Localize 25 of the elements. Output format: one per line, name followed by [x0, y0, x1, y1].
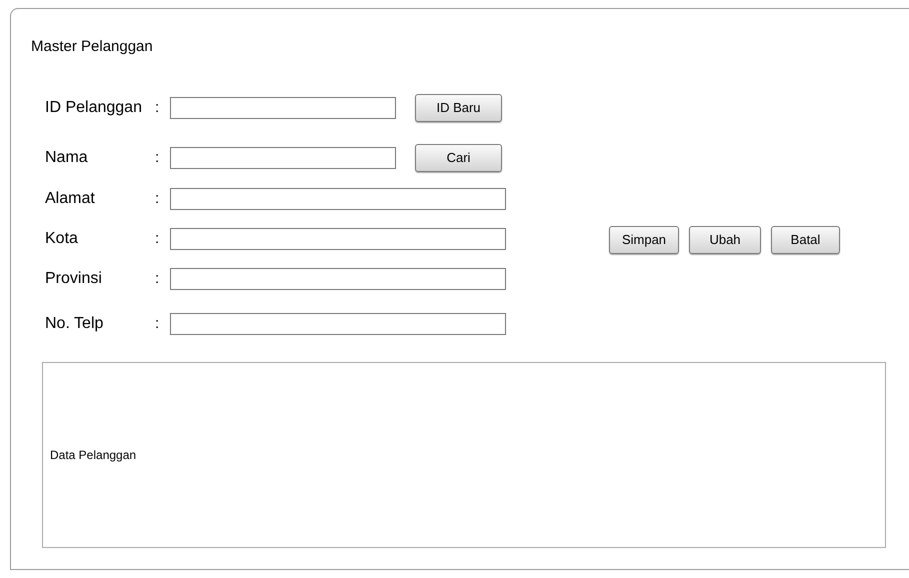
colon: :	[155, 148, 160, 168]
field-label: Alamat	[45, 189, 96, 209]
input-field[interactable]	[170, 313, 506, 335]
colon: :	[155, 228, 160, 249]
button[interactable]: Ubah	[689, 226, 761, 254]
colon: :	[155, 268, 160, 289]
field-label: Provinsi	[45, 269, 103, 289]
window-title: Master Pelanggan	[31, 37, 153, 57]
field-label: No. Telp	[45, 314, 104, 334]
field-label: Kota	[45, 229, 79, 249]
button[interactable]: Simpan	[609, 226, 679, 254]
input-field[interactable]	[170, 97, 396, 119]
field-label: ID Pelanggan	[45, 98, 143, 118]
button[interactable]: Batal	[771, 226, 840, 254]
input-field[interactable]	[170, 268, 506, 290]
panel-title: Data Pelanggan	[50, 447, 136, 464]
colon: :	[155, 188, 160, 209]
button[interactable]: Cari	[415, 144, 502, 172]
input-field[interactable]	[170, 188, 506, 210]
input-field[interactable]	[170, 228, 506, 250]
colon: :	[155, 98, 160, 118]
colon: :	[155, 314, 160, 334]
field-label: Nama	[45, 148, 89, 168]
button[interactable]: ID Baru	[415, 94, 502, 122]
input-field[interactable]	[170, 147, 396, 169]
